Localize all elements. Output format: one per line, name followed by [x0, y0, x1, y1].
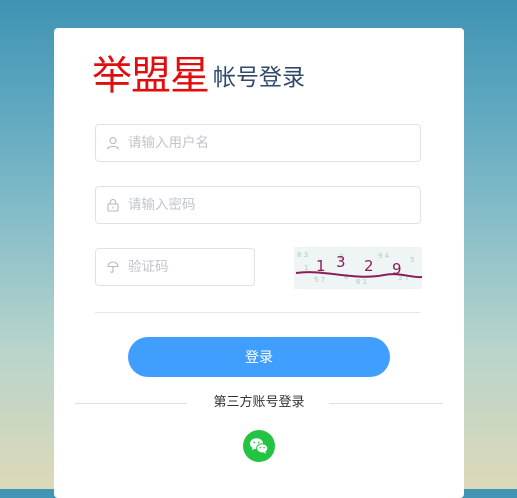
captcha-input[interactable] — [128, 259, 254, 275]
login-card: 举盟星 帐号登录 8 35 72 6 19 43 7 158 1 3 2 — [54, 28, 464, 498]
page-title: 帐号登录 — [213, 65, 305, 91]
svg-text:8 3: 8 3 — [297, 251, 308, 259]
svg-text:8: 8 — [344, 273, 348, 281]
svg-text:1: 1 — [304, 264, 308, 272]
login-title: 举盟星 帐号登录 — [92, 50, 305, 100]
captcha-image[interactable]: 8 35 72 6 19 43 7 158 1 3 2 9 — [294, 247, 422, 289]
username-input[interactable] — [128, 135, 395, 151]
password-field[interactable] — [95, 186, 421, 224]
captcha-digit: 3 — [336, 253, 346, 271]
brand-logo: 举盟星 — [92, 53, 210, 99]
captcha-field[interactable] — [95, 248, 255, 286]
third-party-divider: 第三方账号登录 — [75, 395, 443, 411]
divider-line — [329, 403, 443, 404]
svg-text:9 4: 9 4 — [378, 252, 390, 260]
captcha-digit: 1 — [316, 257, 326, 275]
captcha-digit: 2 — [364, 257, 374, 275]
wechat-login-button[interactable] — [243, 430, 275, 462]
login-button[interactable]: 登录 — [128, 337, 390, 377]
svg-text:5: 5 — [410, 256, 414, 264]
username-field[interactable] — [95, 124, 421, 162]
svg-text:5 7: 5 7 — [314, 276, 325, 284]
form-divider — [95, 312, 421, 313]
lock-icon — [106, 198, 120, 212]
wechat-icon — [250, 438, 269, 454]
captcha-digit: 9 — [392, 260, 402, 278]
key-icon — [106, 260, 120, 274]
svg-text:6 1: 6 1 — [356, 278, 367, 286]
user-icon — [106, 136, 120, 150]
password-input[interactable] — [128, 197, 395, 213]
